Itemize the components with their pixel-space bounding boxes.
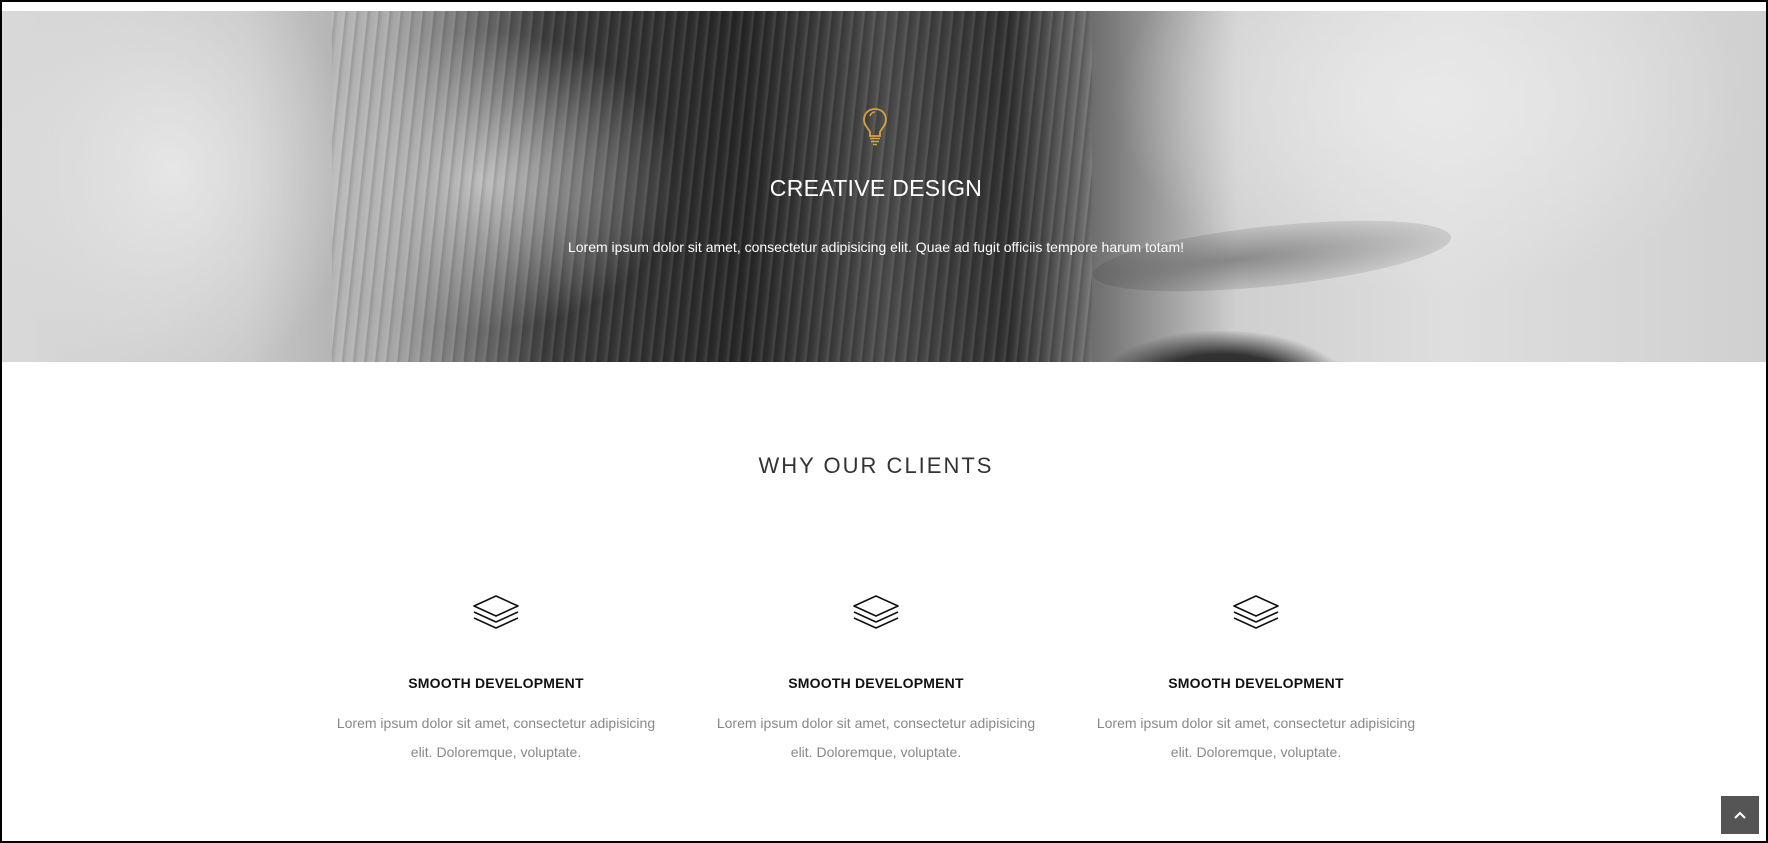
lightbulb-icon [863, 108, 887, 146]
feature-card: SMOOTH DEVELOPMENT Lorem ipsum dolor sit… [331, 592, 661, 767]
feature-description: Lorem ipsum dolor sit amet, consectetur … [336, 715, 656, 760]
layers-icon [473, 595, 519, 629]
hero-banner: CREATIVE DESIGN Lorem ipsum dolor sit am… [2, 11, 1766, 362]
hero-title: CREATIVE DESIGN [769, 175, 983, 201]
hero-content: CREATIVE DESIGN Lorem ipsum dolor sit am… [2, 11, 1766, 362]
feature-card: SMOOTH DEVELOPMENT Lorem ipsum dolor sit… [1091, 592, 1421, 767]
hero-description: Lorem ipsum dolor sit amet, consectetur … [567, 239, 1185, 255]
page-frame: CREATIVE DESIGN Lorem ipsum dolor sit am… [0, 0, 1768, 843]
chevron-up-icon [1734, 811, 1746, 819]
feature-description: Lorem ipsum dolor sit amet, consectetur … [1096, 715, 1416, 760]
feature-title: SMOOTH DEVELOPMENT [1168, 675, 1344, 691]
layers-icon [1233, 595, 1279, 629]
feature-card: SMOOTH DEVELOPMENT Lorem ipsum dolor sit… [711, 592, 1041, 767]
section-title: WHY OUR CLIENTS [758, 453, 994, 478]
feature-title: SMOOTH DEVELOPMENT [408, 675, 584, 691]
feature-description: Lorem ipsum dolor sit amet, consectetur … [716, 715, 1036, 760]
scroll-to-top-button[interactable] [1721, 796, 1759, 834]
layers-icon [853, 595, 899, 629]
feature-title: SMOOTH DEVELOPMENT [788, 675, 964, 691]
